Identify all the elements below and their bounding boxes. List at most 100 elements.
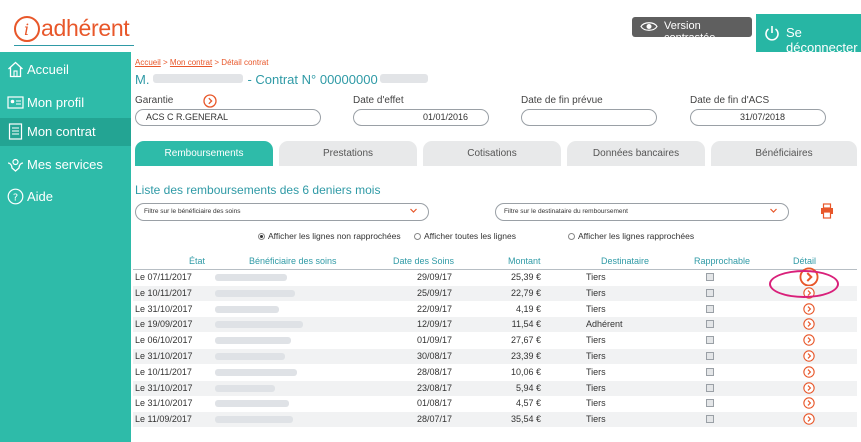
radio-label: Afficher les lignes rapprochées xyxy=(578,231,695,241)
column-header-date-soins: Date des Soins xyxy=(393,256,455,266)
radio-rapprochees[interactable]: Afficher les lignes rapprochées xyxy=(568,231,694,241)
garantie-field: ACS C R.GENERAL xyxy=(135,109,321,126)
cell-destinataire: Adhérent xyxy=(586,319,623,330)
blurred-beneficiary-name xyxy=(215,321,303,329)
table-row: Le 31/10/2017 01/08/17 4,57 € Tiers xyxy=(133,396,857,411)
rapprochable-checkbox[interactable] xyxy=(706,399,714,408)
contract-holder-prefix: M. xyxy=(135,72,150,87)
adherent-logo[interactable]: i adhérent xyxy=(14,14,134,46)
cell-montant: 5,94 € xyxy=(515,382,541,393)
blurred-beneficiary-name xyxy=(215,274,287,281)
tab-cotisations[interactable]: Cotisations xyxy=(423,141,561,166)
detail-chevron-icon[interactable] xyxy=(799,267,819,287)
rapprochable-checkbox[interactable] xyxy=(706,352,714,360)
cell-etat: Le 19/09/2017 xyxy=(135,319,193,330)
detail-chevron-icon[interactable] xyxy=(803,302,815,315)
table-row: Le 07/11/2017 29/09/17 25,39 € Tiers xyxy=(133,267,857,287)
rapprochable-checkbox[interactable] xyxy=(706,273,714,281)
detail-chevron-icon[interactable] xyxy=(803,318,815,331)
blurred-beneficiary-name xyxy=(215,416,293,424)
blurred-beneficiary-name xyxy=(215,368,297,376)
rapprochable-checkbox[interactable] xyxy=(706,383,714,392)
print-icon[interactable] xyxy=(820,203,834,219)
cell-date-soins: 23/08/17 xyxy=(417,382,453,393)
radio-label: Afficher les lignes non rapprochées xyxy=(268,231,401,241)
breadcrumb-accueil-link[interactable]: Accueil xyxy=(135,58,161,67)
top-bar: i adhérent Version contrastée Se déconne… xyxy=(0,0,861,55)
detail-chevron-icon[interactable] xyxy=(803,381,815,394)
tab-prestations[interactable]: Prestations xyxy=(279,141,417,166)
id-card-icon xyxy=(7,96,24,109)
column-header-destinataire: Destinataire xyxy=(601,256,650,266)
detail-chevron-icon[interactable] xyxy=(803,350,815,362)
rapprochable-checkbox[interactable] xyxy=(706,367,714,376)
cell-date-soins: 28/08/17 xyxy=(417,366,453,377)
blurred-beneficiary-name xyxy=(215,337,291,345)
radio-toutes-lignes[interactable]: Afficher toutes les lignes xyxy=(414,231,516,241)
rapprochable-checkbox[interactable] xyxy=(706,336,714,345)
sidebar-item-mon-profil[interactable]: Mon profil xyxy=(0,89,131,117)
eye-icon xyxy=(640,22,658,31)
breadcrumb-contrat-link[interactable]: Mon contrat xyxy=(170,58,212,67)
sidebar-item-mon-contrat[interactable]: Mon contrat xyxy=(0,118,131,146)
cell-destinataire: Tiers xyxy=(586,287,606,298)
contrast-version-label: Version contrastée xyxy=(664,20,716,44)
rapprochable-checkbox[interactable] xyxy=(706,415,714,424)
garantie-label: Garantie xyxy=(135,95,174,106)
date-effet-field: 01/01/2016 xyxy=(353,109,489,126)
breadcrumb-separator: > xyxy=(212,58,222,67)
cell-montant: 22,79 € xyxy=(510,287,541,298)
radio-dot xyxy=(258,233,265,240)
chevron-right-circle-icon[interactable] xyxy=(203,94,217,108)
rapprochable-checkbox[interactable] xyxy=(706,288,714,297)
tab-remboursements[interactable]: Remboursements xyxy=(135,141,273,166)
tab-donnees-bancaires[interactable]: Données bancaires xyxy=(567,141,705,166)
sidebar-item-mes-services[interactable]: Mes services xyxy=(0,151,131,179)
date-fin-acs-label: Date de fin d'ACS xyxy=(690,95,770,106)
sidebar-item-label: Mon profil xyxy=(27,95,85,110)
logo-text: adhérent xyxy=(41,15,130,41)
blurred-contract-suffix xyxy=(379,74,428,83)
date-effet-label: Date d'effet xyxy=(353,95,404,106)
power-icon xyxy=(765,26,779,41)
sidebar-item-aide[interactable]: ? Aide xyxy=(0,183,131,211)
cell-date-soins: 12/09/17 xyxy=(417,319,453,330)
cell-date-soins: 01/09/17 xyxy=(417,335,453,346)
logo-circle: i xyxy=(14,16,40,42)
detail-chevron-icon[interactable] xyxy=(803,413,815,425)
logout-button[interactable]: Se déconnecter xyxy=(756,14,861,55)
table-row: Le 31/10/2017 30/08/17 23,39 € Tiers xyxy=(133,349,857,364)
sidebar-item-label: Accueil xyxy=(27,62,69,77)
cell-etat: Le 11/09/2017 xyxy=(135,414,192,425)
beneficiary-filter-select[interactable]: Filtre sur le bénéficiaire des soins xyxy=(135,203,429,221)
table-row: Le 10/11/2017 28/08/17 10,06 € Tiers xyxy=(133,365,857,380)
table-header: État Bénéficiaire des soins Date des Soi… xyxy=(131,253,861,270)
cell-destinataire: Tiers xyxy=(586,398,606,409)
detail-chevron-icon[interactable] xyxy=(803,397,815,410)
detail-chevron-icon[interactable] xyxy=(803,334,815,346)
cell-etat: Le 10/11/2017 xyxy=(135,366,192,377)
cell-destinataire: Tiers xyxy=(586,351,606,361)
tab-beneficiaires[interactable]: Bénéficiaires xyxy=(711,141,857,166)
contrast-version-button[interactable]: Version contrastée xyxy=(632,17,752,44)
blurred-beneficiary-name xyxy=(215,384,275,392)
date-fin-prevue-field xyxy=(521,109,657,126)
rapprochable-checkbox[interactable] xyxy=(706,320,714,329)
cell-destinataire: Tiers xyxy=(586,366,606,377)
sidebar: Accueil Mon profil Mon contrat Mes servi… xyxy=(0,52,131,442)
cell-etat: Le 31/10/2017 xyxy=(135,351,193,361)
blurred-beneficiary-name xyxy=(215,353,285,360)
table-row: Le 06/10/2017 01/09/17 27,67 € Tiers xyxy=(133,333,857,348)
detail-chevron-icon[interactable] xyxy=(803,366,815,378)
detail-chevron-icon[interactable] xyxy=(803,287,815,299)
cell-etat: Le 31/10/2017 xyxy=(135,382,193,393)
cell-date-soins: 28/07/17 xyxy=(417,414,453,425)
rapprochable-checkbox[interactable] xyxy=(706,304,714,313)
cell-etat: Le 07/11/2017 xyxy=(135,272,192,282)
sidebar-item-accueil[interactable]: Accueil xyxy=(0,56,131,84)
recipient-filter-select[interactable]: Filtre sur le destinataire du remboursem… xyxy=(495,203,789,221)
radio-non-rapprochees[interactable]: Afficher les lignes non rapprochées xyxy=(258,231,401,241)
document-icon xyxy=(8,123,23,140)
column-header-detail: Détail xyxy=(793,256,817,266)
breadcrumb: Accueil > Mon contrat > Détail contrat xyxy=(135,58,268,67)
